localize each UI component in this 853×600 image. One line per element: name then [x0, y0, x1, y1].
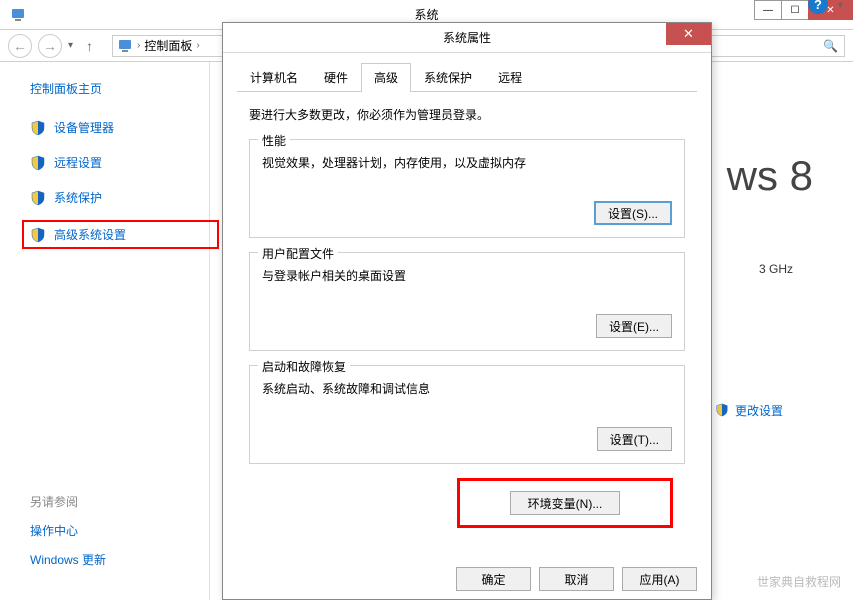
- dialog-footer: 确定 取消 应用(A): [456, 567, 697, 591]
- breadcrumb-item[interactable]: 控制面板: [144, 37, 192, 54]
- tab-advanced[interactable]: 高级: [361, 63, 411, 91]
- sidebar-item-protection[interactable]: 系统保护: [30, 185, 179, 210]
- profile-settings-button[interactable]: 设置(E)...: [596, 314, 672, 338]
- startup-settings-button[interactable]: 设置(T)...: [597, 427, 672, 451]
- sidebar-item-advanced[interactable]: 高级系统设置: [22, 220, 219, 249]
- dialog-body: 计算机名 硬件 高级 系统保护 远程 要进行大多数更改，你必须作为管理员登录。 …: [223, 53, 711, 538]
- performance-settings-button[interactable]: 设置(S)...: [594, 201, 672, 225]
- tab-protection[interactable]: 系统保护: [411, 63, 485, 91]
- sidebar-title[interactable]: 控制面板主页: [30, 80, 179, 97]
- search-icon: 🔍: [823, 39, 838, 53]
- group-title: 性能: [258, 132, 290, 149]
- cpu-ghz-label: 3 GHz: [759, 262, 793, 276]
- apply-button[interactable]: 应用(A): [622, 567, 697, 591]
- footer-link-action-center[interactable]: 操作中心: [30, 522, 106, 539]
- env-var-row: 环境变量(N)...: [249, 478, 685, 528]
- nav-forward-button[interactable]: →: [38, 34, 62, 58]
- dialog-titlebar: 系统属性 ✕: [223, 23, 711, 53]
- footer-title: 另请参阅: [30, 493, 106, 510]
- window-title: 系统: [414, 6, 438, 23]
- tab-remote[interactable]: 远程: [485, 63, 535, 91]
- dialog-title: 系统属性: [443, 29, 491, 46]
- group-desc: 与登录帐户相关的桌面设置: [262, 267, 672, 284]
- tab-computer-name[interactable]: 计算机名: [237, 63, 311, 91]
- tab-hardware[interactable]: 硬件: [311, 63, 361, 91]
- sidebar-item-remote[interactable]: 远程设置: [30, 150, 179, 175]
- change-settings-label: 更改设置: [735, 402, 783, 419]
- cancel-button[interactable]: 取消: [539, 567, 614, 591]
- nav-back-button[interactable]: ←: [8, 34, 32, 58]
- sidebar-footer: 另请参阅 操作中心 Windows 更新: [30, 493, 106, 580]
- shield-icon: [30, 227, 46, 243]
- sidebar-item-label: 系统保护: [54, 189, 102, 206]
- app-icon: [10, 7, 26, 23]
- sidebar-item-label: 设备管理器: [54, 119, 114, 136]
- footer-link-windows-update[interactable]: Windows 更新: [30, 551, 106, 568]
- performance-group: 性能 视觉效果，处理器计划，内存使用，以及虚拟内存 设置(S)...: [249, 139, 685, 238]
- user-profile-group: 用户配置文件 与登录帐户相关的桌面设置 设置(E)...: [249, 252, 685, 351]
- change-settings-link[interactable]: 更改设置: [715, 402, 783, 419]
- computer-icon: [117, 38, 133, 54]
- shield-icon: [30, 155, 46, 171]
- sidebar-item-label: 远程设置: [54, 154, 102, 171]
- minimize-button[interactable]: —: [754, 0, 782, 20]
- ok-button[interactable]: 确定: [456, 567, 531, 591]
- group-desc: 视觉效果，处理器计划，内存使用，以及虚拟内存: [262, 154, 672, 171]
- group-desc: 系统启动、系统故障和调试信息: [262, 380, 672, 397]
- admin-note: 要进行大多数更改，你必须作为管理员登录。: [249, 106, 685, 123]
- os-brand-label: ws 8: [727, 152, 813, 200]
- group-title: 用户配置文件: [258, 245, 338, 262]
- breadcrumb-sep: ›: [196, 40, 199, 51]
- help-dropdown-icon[interactable]: ▾: [838, 0, 843, 11]
- shield-icon: [715, 403, 731, 419]
- startup-recovery-group: 启动和故障恢复 系统启动、系统故障和调试信息 设置(T)...: [249, 365, 685, 464]
- system-properties-dialog: 系统属性 ✕ 计算机名 硬件 高级 系统保护 远程 要进行大多数更改，你必须作为…: [222, 22, 712, 600]
- sidebar-item-label: 高级系统设置: [54, 226, 126, 243]
- sidebar: ? ▾ 控制面板主页 设备管理器 远程设置 系统保护 高级系统设置 另请参阅 操…: [0, 62, 210, 600]
- maximize-button[interactable]: ☐: [781, 0, 809, 20]
- breadcrumb-sep: ›: [137, 40, 140, 51]
- tabs: 计算机名 硬件 高级 系统保护 远程: [237, 63, 697, 92]
- group-title: 启动和故障恢复: [258, 358, 350, 375]
- shield-icon: [30, 190, 46, 206]
- env-var-highlight: 环境变量(N)...: [457, 478, 673, 528]
- sidebar-item-device-manager[interactable]: 设备管理器: [30, 115, 179, 140]
- nav-history-dropdown[interactable]: ▾: [68, 40, 80, 51]
- shield-icon: [30, 120, 46, 136]
- nav-up-button[interactable]: ↑: [86, 38, 106, 54]
- dialog-content: 要进行大多数更改，你必须作为管理员登录。 性能 视觉效果，处理器计划，内存使用，…: [237, 106, 697, 528]
- dialog-close-button[interactable]: ✕: [666, 23, 711, 45]
- environment-variables-button[interactable]: 环境变量(N)...: [510, 491, 620, 515]
